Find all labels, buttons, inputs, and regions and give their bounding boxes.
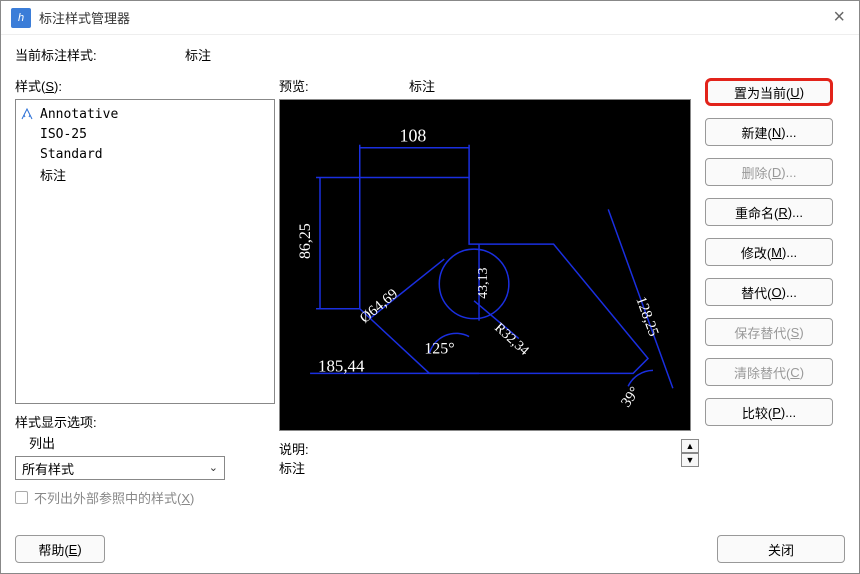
spinner-down[interactable]: ▼	[681, 453, 699, 467]
dim-center: 43,13	[476, 267, 491, 298]
chevron-down-icon: ⌄	[209, 461, 218, 474]
list-item-label: Annotative	[40, 107, 118, 122]
dim-top: 108	[400, 126, 427, 146]
dim-angle1: 125°	[424, 340, 454, 357]
list-item[interactable]: ISO-25	[20, 124, 270, 144]
new-button[interactable]: 新建(N)...	[705, 118, 833, 146]
current-style-label: 当前标注样式:	[15, 45, 185, 64]
list-item-label: Standard	[40, 147, 103, 162]
modify-button[interactable]: 修改(M)...	[705, 238, 833, 266]
app-icon: h	[11, 8, 31, 28]
dim-left: 86,25	[297, 223, 314, 259]
override-button[interactable]: 替代(O)...	[705, 278, 833, 306]
dim-right: 128,25	[632, 295, 661, 339]
list-item-label: ISO-25	[40, 127, 87, 142]
rename-button[interactable]: 重命名(R)...	[705, 198, 833, 226]
set-current-button[interactable]: 置为当前(U)	[705, 78, 833, 106]
list-item-label: 标注	[40, 165, 66, 184]
styles-listbox[interactable]: Annotative ISO-25 Standard 标注	[15, 99, 275, 404]
desc-value: 标注	[279, 458, 677, 477]
dim-dia: Ø64,69	[357, 286, 401, 327]
annotative-icon	[20, 107, 36, 121]
checkbox-icon[interactable]	[15, 491, 28, 504]
compare-button[interactable]: 比较(P)...	[705, 398, 833, 426]
window-title: 标注样式管理器	[39, 8, 130, 27]
dim-bottom: 185,44	[318, 356, 365, 375]
xref-checkbox-row[interactable]: 不列出外部参照中的样式(X)	[15, 488, 275, 507]
close-button[interactable]: 关闭	[717, 535, 845, 563]
spinner-up[interactable]: ▲	[681, 439, 699, 453]
preview-label: 预览:	[279, 76, 409, 95]
dim-angle2: 39°	[618, 384, 643, 410]
clear-override-button[interactable]: 清除替代(C)	[705, 358, 833, 386]
preview-pane: 108 86,25 43,13 128,25 Ø64,69 R32,34 125…	[279, 99, 691, 431]
preview-style-name: 标注	[409, 76, 435, 95]
list-item[interactable]: 标注	[20, 164, 270, 184]
desc-label: 说明:	[279, 439, 677, 458]
current-style-row: 当前标注样式: 标注	[15, 45, 845, 64]
list-item[interactable]: Annotative	[20, 104, 270, 124]
xref-checkbox-label: 不列出外部参照中的样式(X)	[34, 488, 194, 507]
help-button[interactable]: 帮助(E)	[15, 535, 105, 563]
list-item[interactable]: Standard	[20, 144, 270, 164]
save-override-button[interactable]: 保存替代(S)	[705, 318, 833, 346]
titlebar: h 标注样式管理器 ×	[1, 1, 859, 35]
delete-button[interactable]: 删除(D)...	[705, 158, 833, 186]
styles-label: 样式(S):	[15, 76, 275, 95]
list-label: 列出	[29, 433, 275, 452]
display-filter-select[interactable]: 所有样式 ⌄	[15, 456, 225, 480]
select-value: 所有样式	[22, 459, 74, 478]
current-style-value: 标注	[185, 45, 211, 64]
display-opts-label: 样式显示选项:	[15, 412, 275, 431]
dim-radius: R32,34	[491, 320, 531, 358]
close-icon[interactable]: ×	[829, 6, 849, 29]
